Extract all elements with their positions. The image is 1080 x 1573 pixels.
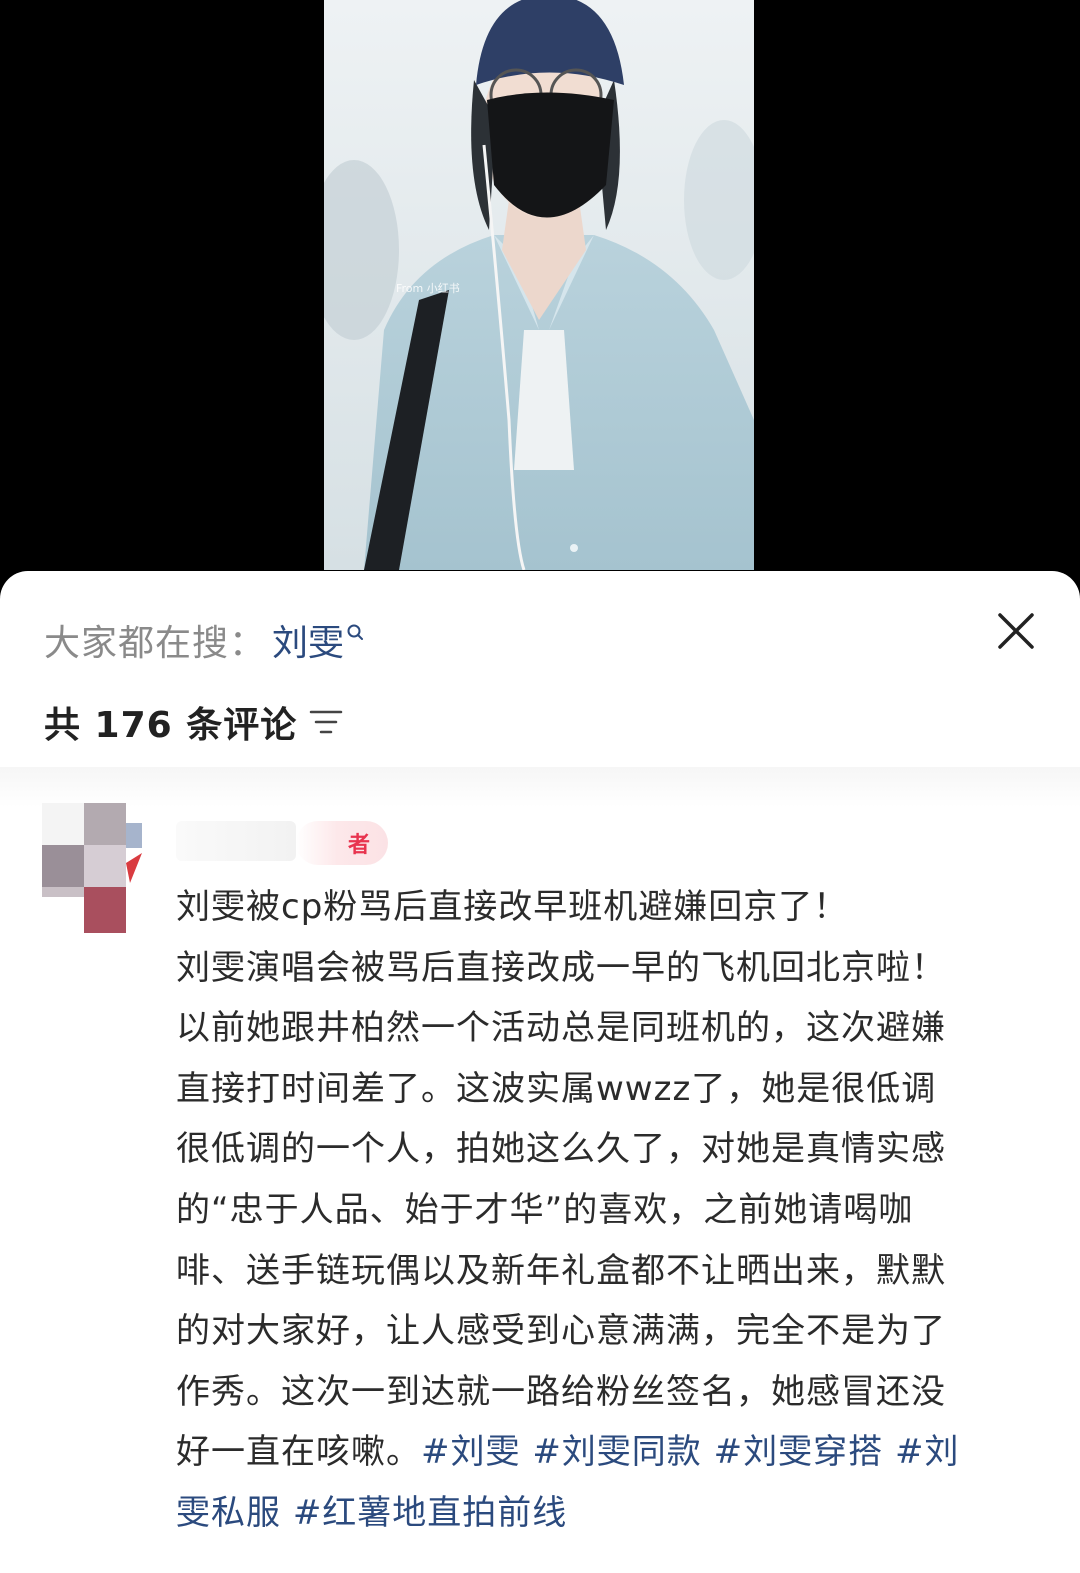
author-badge: 者 bbox=[296, 821, 388, 865]
comment-line: 的对大家好，让人感受到心意满满，完全不是为了 bbox=[176, 1311, 946, 1352]
svg-text:From 小红书: From 小红书 bbox=[396, 282, 460, 295]
comments-sheet: 大家都在搜： 刘雯 共 176 条评论 者 刘雯被cp粉骂后直接改早班机避嫌回京… bbox=[0, 571, 1080, 1573]
username-placeholder bbox=[176, 821, 296, 861]
hashtag-link[interactable]: #刘雯 bbox=[421, 1432, 521, 1472]
comment-body: 刘雯被cp粉骂后直接改早班机避嫌回京了！ 刘雯演唱会被骂后直接改成一早的飞机回北… bbox=[176, 877, 1036, 1544]
trending-search-label: 大家都在搜： bbox=[44, 623, 267, 664]
comment-line: 啡、送手链玩偶以及新年礼盒都不让晒出来，默默 bbox=[176, 1250, 946, 1291]
video-player[interactable]: From 小红书 bbox=[0, 0, 1080, 600]
comment-count: 共 176 条评论 bbox=[44, 705, 298, 746]
comment-line: 雯私服 #红薯地直拍前线 bbox=[176, 1483, 1036, 1544]
comment-line: 很低调的一个人，拍她这么久了，对她是真情实感 bbox=[176, 1129, 946, 1170]
trending-search[interactable]: 大家都在搜： 刘雯 bbox=[44, 614, 366, 666]
trending-search-term[interactable]: 刘雯 bbox=[272, 614, 344, 666]
hashtag-link[interactable]: #刘 bbox=[895, 1432, 960, 1472]
video-frame: From 小红书 bbox=[324, 0, 754, 570]
video-thumbnail: From 小红书 bbox=[324, 0, 754, 570]
hashtag-link[interactable]: #红薯地直拍前线 bbox=[293, 1493, 568, 1533]
comment-line: 刘雯演唱会被骂后直接改成一早的飞机回北京啦！ bbox=[176, 947, 946, 988]
comment-line: 好一直在咳嗽。#刘雯 #刘雯同款 #刘雯穿搭 #刘 bbox=[176, 1432, 960, 1473]
comment-line: 作秀。这次一到达就一路给粉丝签名，她感冒还没 bbox=[176, 1371, 946, 1412]
search-icon bbox=[347, 624, 364, 640]
hashtag-link[interactable]: #刘雯穿搭 bbox=[714, 1432, 884, 1472]
hashtag-link[interactable]: #刘雯同款 bbox=[532, 1432, 702, 1472]
comment-count-row: 共 176 条评论 bbox=[44, 699, 343, 746]
comment-line: 刘雯被cp粉骂后直接改早班机避嫌回京了！ bbox=[176, 887, 849, 927]
sort-icon[interactable] bbox=[309, 707, 343, 737]
hashtag-link[interactable]: 雯私服 bbox=[176, 1493, 281, 1533]
avatar[interactable] bbox=[42, 803, 142, 933]
comment-line: 以前她跟井柏然一个活动总是同班机的，这次避嫌 bbox=[176, 1008, 946, 1049]
comment-line: 直接打时间差了。这波实属wwzz了，她是很低调 bbox=[176, 1068, 937, 1109]
close-icon[interactable] bbox=[996, 611, 1036, 651]
comment-line: 的“忠于人品、始于才华”的喜欢，之前她请喝咖 bbox=[176, 1189, 914, 1230]
